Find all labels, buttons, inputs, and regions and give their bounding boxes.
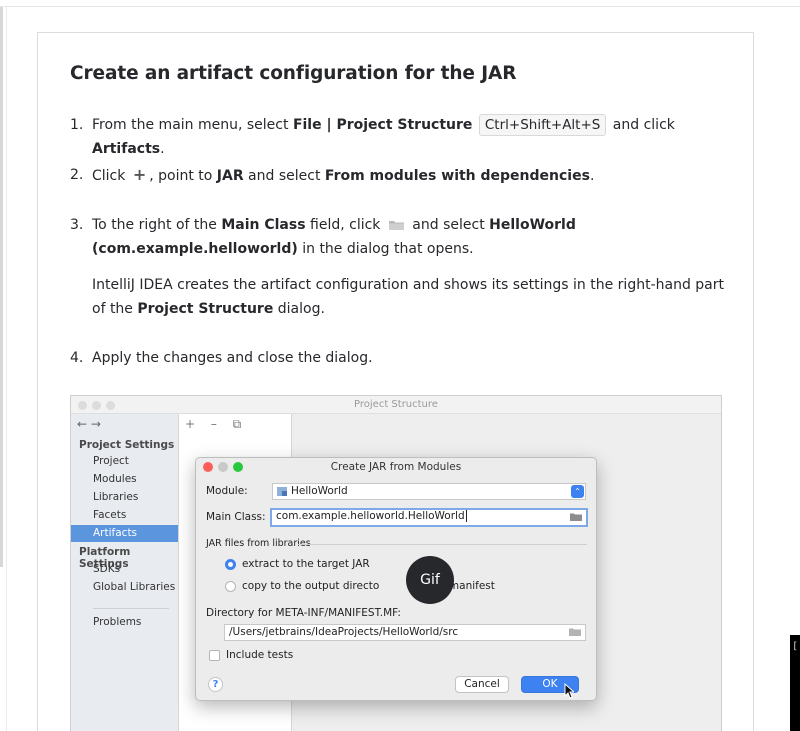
jar-files-group-label: JAR files from libraries bbox=[206, 538, 311, 549]
window-zoom-dot bbox=[106, 401, 115, 410]
sidebar-item-modules: Modules bbox=[93, 473, 137, 485]
manifest-dir-value: /Users/jetbrains/IdeaProjects/HelloWorld… bbox=[229, 626, 459, 638]
create-jar-dialog: Create JAR from Modules Module: HelloWor… bbox=[195, 457, 597, 701]
project-settings-heading: Project Settings bbox=[79, 439, 175, 451]
include-tests-checkbox bbox=[209, 650, 220, 661]
artifacts-label: Artifacts bbox=[92, 141, 161, 157]
nav-arrows-icon: ← → bbox=[77, 417, 101, 431]
window-close-dot bbox=[78, 401, 87, 410]
sidebar-item-sdks: SDKs bbox=[93, 563, 121, 575]
step-text: From the main menu, select File | Projec… bbox=[92, 113, 732, 161]
overlay-bracket: [ bbox=[792, 641, 799, 652]
text: field, click bbox=[305, 217, 385, 233]
sidebar-divider bbox=[93, 608, 169, 609]
note-text: IntelliJ IDEA creates the artifact confi… bbox=[92, 273, 732, 321]
module-value: HelloWorld bbox=[291, 485, 348, 497]
folder-icon bbox=[388, 221, 404, 230]
plus-icon: + bbox=[132, 165, 147, 184]
extract-radio bbox=[225, 559, 236, 570]
module-combobox: HelloWorld ⌃ bbox=[272, 483, 586, 500]
main-class-field: com.example.helloworld.HelloWorld bbox=[270, 508, 588, 527]
keyboard-shortcut: Ctrl+Shift+Alt+S bbox=[478, 114, 607, 136]
left-scroll-indicator bbox=[0, 7, 3, 567]
module-icon bbox=[277, 487, 287, 496]
dialog-name: Project Structure bbox=[137, 301, 274, 317]
demo-screenshot[interactable]: Project Structure ← → Project Settings P… bbox=[70, 395, 722, 731]
content-card: Create an artifact configuration for the… bbox=[37, 32, 754, 731]
menu-path: File | Project Structure bbox=[292, 117, 473, 133]
step-text: Click +, point to JAR and select From mo… bbox=[92, 163, 732, 188]
window-titlebar: Project Structure bbox=[71, 396, 721, 414]
folder-icon bbox=[570, 513, 582, 521]
step-number: 2. bbox=[70, 167, 84, 183]
step-number: 4. bbox=[70, 350, 84, 366]
sidebar-item-artifacts: Artifacts bbox=[71, 525, 178, 542]
text: dialog. bbox=[273, 301, 325, 317]
copy-option-label: copy to the output directo bbox=[242, 580, 380, 592]
sidebar-item-problems: Problems bbox=[93, 616, 142, 628]
step-number: 1. bbox=[70, 117, 84, 133]
sidebar-item-facets: Facets bbox=[93, 509, 127, 521]
sidebar-item-libraries: Libraries bbox=[93, 491, 139, 503]
text: Click bbox=[92, 168, 130, 184]
gif-play-badge[interactable]: Gif bbox=[406, 556, 454, 604]
text: and click bbox=[608, 117, 675, 133]
group-divider bbox=[298, 544, 587, 545]
sidebar-item-project: Project bbox=[93, 455, 129, 467]
folder-icon bbox=[569, 628, 581, 636]
text: and select bbox=[243, 168, 325, 184]
left-divider bbox=[6, 7, 7, 731]
extract-option-label: extract to the target JAR bbox=[242, 558, 370, 570]
text: To the right of the bbox=[92, 217, 222, 233]
main-class-label: Main Class: bbox=[206, 511, 266, 523]
manifest-dir-field: /Users/jetbrains/IdeaProjects/HelloWorld… bbox=[224, 624, 586, 641]
text: . bbox=[589, 168, 595, 184]
top-divider bbox=[0, 6, 800, 7]
cursor-icon bbox=[564, 683, 574, 699]
help-icon: ? bbox=[208, 677, 223, 692]
copy-radio bbox=[225, 581, 236, 592]
step-number: 3. bbox=[70, 217, 84, 233]
section-heading: Create an artifact configuration for the… bbox=[70, 63, 517, 84]
module-label: Module: bbox=[206, 485, 248, 497]
step-text: To the right of the Main Class field, cl… bbox=[92, 213, 652, 261]
sidebar-item-global-libraries: Global Libraries bbox=[93, 581, 176, 593]
option-label: From modules with dependencies bbox=[324, 168, 590, 184]
step-text: Apply the changes and close the dialog. bbox=[92, 350, 373, 366]
cancel-button: Cancel bbox=[455, 676, 509, 693]
chevron-icon: ⌃ bbox=[571, 485, 584, 498]
settings-sidebar: ← → Project Settings Project Modules Lib… bbox=[71, 414, 179, 731]
window-minimize-dot bbox=[92, 401, 101, 410]
main-class-value: com.example.helloworld.HelloWorld bbox=[276, 510, 465, 522]
jar-label: JAR bbox=[216, 168, 244, 184]
window-title: Project Structure bbox=[354, 399, 438, 410]
include-tests-label: Include tests bbox=[226, 649, 294, 661]
list-toolbar-icons: + – ⧉ bbox=[185, 417, 248, 431]
text: From the main menu, select bbox=[92, 117, 293, 133]
text: , point to bbox=[149, 168, 217, 184]
dialog-title: Create JAR from Modules bbox=[330, 461, 462, 473]
text: and select bbox=[407, 217, 490, 233]
main-class-label: Main Class bbox=[221, 217, 306, 233]
text: . bbox=[160, 141, 165, 157]
manifest-dir-label: Directory for META-INF/MANIFEST.MF: bbox=[206, 607, 401, 619]
overlay-panel: [ bbox=[790, 635, 800, 731]
text: in the dialog that opens. bbox=[297, 241, 474, 257]
